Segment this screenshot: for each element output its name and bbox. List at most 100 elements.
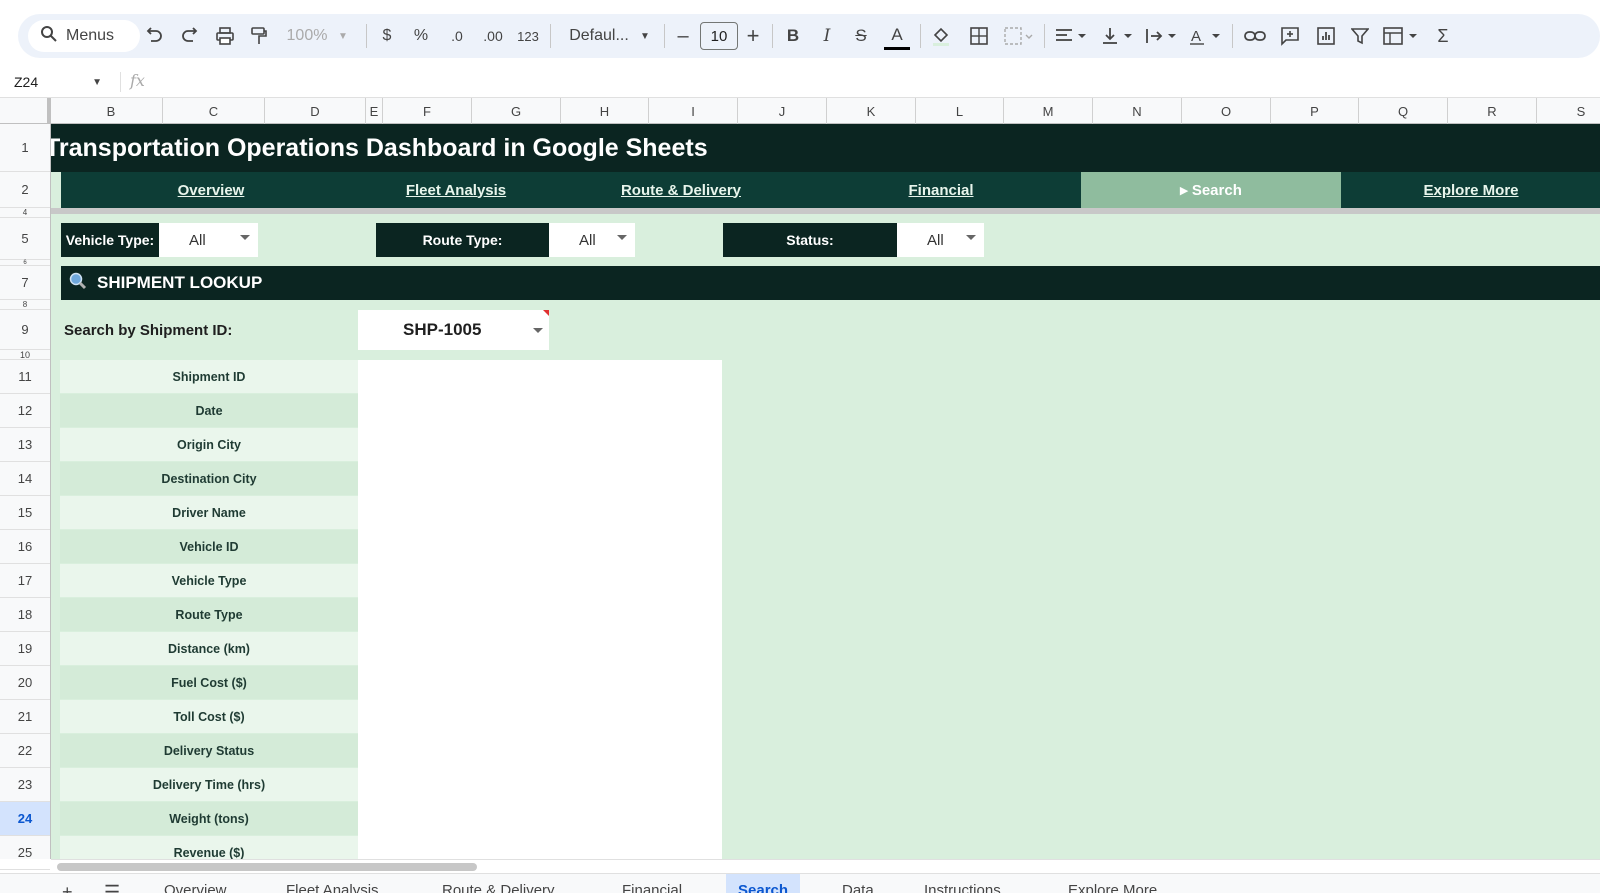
font-caret-icon[interactable]: ▼ (638, 22, 652, 50)
sheet-tab-financial[interactable]: Financial (622, 874, 682, 893)
currency-format-button[interactable]: $ (376, 22, 398, 50)
shipment-id-dropdown[interactable]: SHP-1005 (358, 310, 549, 350)
column-header[interactable]: S (1537, 98, 1600, 124)
sheet-tab-fleet-analysis[interactable]: Fleet Analysis (286, 874, 379, 893)
row-header-active[interactable]: 24 (0, 802, 50, 836)
nav-link-financial[interactable]: Financial (871, 172, 1011, 208)
row-header[interactable]: 13 (0, 428, 50, 462)
text-color-icon[interactable]: A (884, 22, 910, 50)
status-filter-dropdown[interactable]: All (897, 223, 984, 257)
sheet-tab-instructions[interactable]: Instructions (924, 874, 1001, 893)
sheet-tab-explore-more[interactable]: Explore More (1068, 874, 1157, 893)
text-rotation-icon[interactable]: A (1188, 22, 1224, 50)
shipment-values-panel[interactable] (358, 360, 722, 859)
row-header[interactable]: 16 (0, 530, 50, 564)
column-header[interactable]: O (1182, 98, 1271, 124)
chevron-down-icon[interactable]: ▼ (92, 77, 102, 88)
sheet-tab-route-delivery[interactable]: Route & Delivery (442, 874, 555, 893)
row-header[interactable]: 18 (0, 598, 50, 632)
nav-link-overview[interactable]: Overview (61, 172, 361, 208)
vehicle-type-filter-dropdown[interactable]: All (159, 223, 258, 257)
column-header[interactable]: J (738, 98, 827, 124)
row-header[interactable]: 12 (0, 394, 50, 428)
text-wrap-icon[interactable] (1144, 22, 1180, 50)
vertical-align-icon[interactable] (1100, 22, 1136, 50)
insert-chart-icon[interactable] (1314, 22, 1338, 50)
sheet-tab-overview[interactable]: Overview (164, 874, 227, 893)
column-header[interactable]: P (1271, 98, 1359, 124)
column-header[interactable]: B (60, 98, 163, 124)
row-header[interactable]: 8 (0, 300, 50, 310)
insert-link-icon[interactable] (1242, 22, 1268, 50)
row-header[interactable]: 7 (0, 266, 50, 300)
nav-link-route-delivery[interactable]: Route & Delivery (591, 172, 771, 208)
functions-icon[interactable]: Σ (1432, 22, 1454, 50)
horizontal-align-icon[interactable] (1054, 22, 1090, 50)
paint-format-icon[interactable] (248, 22, 270, 50)
row-header[interactable]: 9 (0, 310, 50, 350)
row-header[interactable]: 25 (0, 836, 50, 870)
row-header[interactable]: 1 (0, 124, 50, 172)
filter-icon[interactable] (1348, 22, 1372, 50)
row-header[interactable]: 22 (0, 734, 50, 768)
italic-icon[interactable]: I (816, 22, 838, 50)
print-icon[interactable] (214, 22, 236, 50)
filter-views-icon[interactable] (1382, 22, 1422, 50)
nav-link-search-active[interactable]: ▸ Search (1081, 172, 1341, 208)
column-header[interactable]: D (265, 98, 366, 124)
sheet-grid[interactable]: Transportation Operations Dashboard in G… (51, 124, 1600, 859)
add-sheet-button[interactable]: + (62, 874, 73, 893)
row-header[interactable]: 19 (0, 632, 50, 666)
increase-decimal-button[interactable]: .00 (478, 22, 508, 50)
horizontal-scrollbar[interactable] (51, 859, 1600, 873)
column-header[interactable]: L (916, 98, 1004, 124)
column-header[interactable]: E (366, 98, 383, 124)
all-sheets-button[interactable]: ☰ (104, 874, 120, 893)
column-header[interactable]: N (1093, 98, 1182, 124)
font-size-decrease-button[interactable]: – (674, 22, 692, 50)
row-header[interactable]: 14 (0, 462, 50, 496)
nav-link-fleet-analysis[interactable]: Fleet Analysis (361, 172, 551, 208)
nav-link-explore-more[interactable]: Explore More (1371, 172, 1571, 208)
font-size-increase-button[interactable]: + (744, 22, 762, 50)
number-format-button[interactable]: 123 (514, 22, 542, 50)
row-header[interactable]: 4 (0, 208, 50, 218)
column-header[interactable]: R (1448, 98, 1537, 124)
redo-icon[interactable] (178, 22, 200, 50)
row-header[interactable]: 11 (0, 360, 50, 394)
route-type-filter-dropdown[interactable]: All (549, 223, 635, 257)
zoom-select[interactable]: 100% (284, 22, 330, 50)
column-header[interactable]: G (472, 98, 561, 124)
font-select[interactable]: Defaul... (564, 22, 634, 50)
fill-color-icon[interactable] (930, 22, 952, 50)
percent-format-button[interactable]: % (410, 22, 432, 50)
select-all-corner[interactable] (0, 98, 51, 124)
row-header[interactable]: 20 (0, 666, 50, 700)
row-header[interactable]: 2 (0, 172, 50, 208)
row-header[interactable]: 15 (0, 496, 50, 530)
row-header[interactable]: 17 (0, 564, 50, 598)
merge-cells-icon[interactable] (1002, 22, 1036, 50)
column-header[interactable]: Q (1359, 98, 1448, 124)
font-size-input[interactable]: 10 (700, 22, 738, 50)
row-header[interactable]: 10 (0, 350, 50, 360)
undo-icon[interactable] (144, 22, 166, 50)
insert-comment-icon[interactable] (1278, 22, 1302, 50)
column-header[interactable]: C (163, 98, 265, 124)
column-header[interactable]: I (649, 98, 738, 124)
borders-icon[interactable] (968, 22, 990, 50)
row-header[interactable]: 23 (0, 768, 50, 802)
column-header[interactable]: K (827, 98, 916, 124)
sheet-tab-data[interactable]: Data (842, 874, 874, 893)
menus-search[interactable]: Menus (28, 20, 140, 52)
column-header[interactable]: M (1004, 98, 1093, 124)
row-header[interactable]: 5 (0, 218, 50, 260)
scrollbar-thumb[interactable] (57, 863, 477, 871)
name-box[interactable]: Z24 ▼ (14, 72, 108, 92)
column-header[interactable]: H (561, 98, 649, 124)
zoom-caret-icon[interactable]: ▼ (336, 22, 350, 50)
strikethrough-icon[interactable]: S (850, 22, 872, 50)
decrease-decimal-button[interactable]: .0 (444, 22, 470, 50)
bold-icon[interactable]: B (782, 22, 804, 50)
sheet-tab-search-active[interactable]: Search (726, 874, 801, 893)
